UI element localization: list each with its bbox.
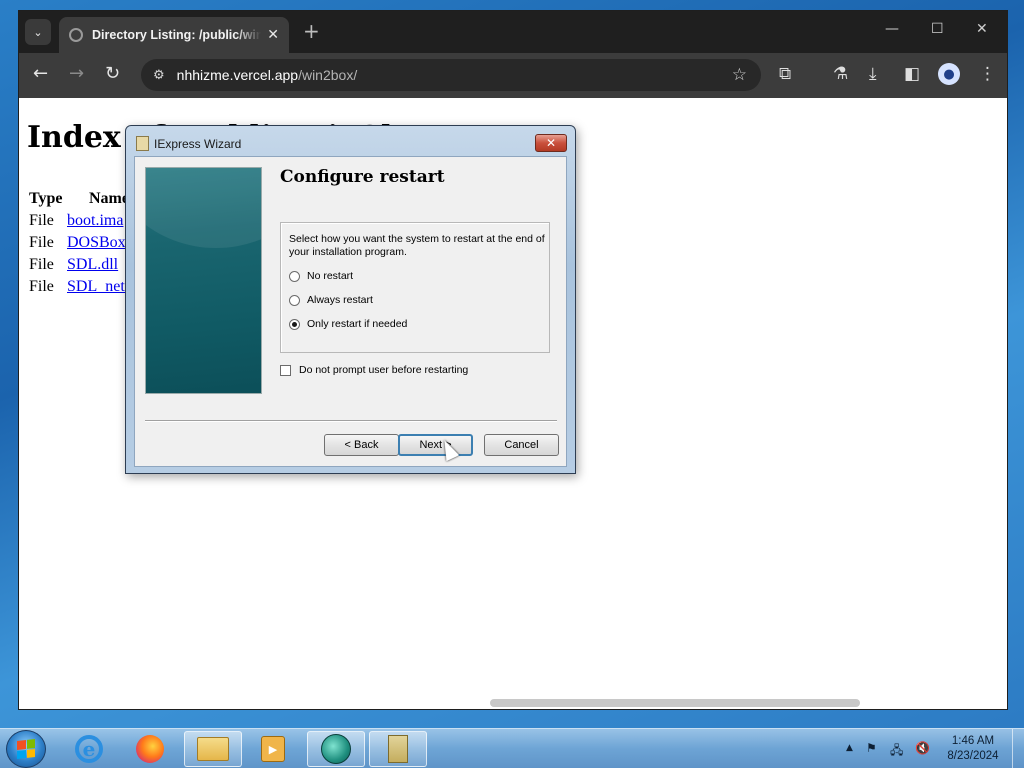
restart-prompt: Select how you want the system to restar… — [289, 233, 545, 258]
globe-icon — [69, 28, 83, 42]
media-player-icon: ▶ — [261, 736, 285, 762]
checkbox-label: Do not prompt user before restarting — [299, 364, 469, 376]
dialog-body: Configure restart Select how you want th… — [134, 156, 567, 467]
minimize-button[interactable]: — — [885, 21, 899, 37]
show-desktop-button[interactable] — [1012, 729, 1024, 768]
tab-close-icon[interactable]: ✕ — [267, 27, 279, 43]
action-center-flag-icon[interactable]: ⚑ — [866, 741, 877, 755]
windows-logo-icon — [17, 739, 35, 759]
column-name: Name — [89, 190, 129, 207]
taskbar-clock[interactable]: 1:46 AM 8/23/2024 — [940, 734, 1006, 764]
radio-label: Always restart — [307, 294, 373, 306]
radio-button[interactable] — [289, 270, 300, 282]
site-info-icon[interactable]: ⚙ — [153, 68, 165, 83]
close-window-button[interactable]: ✕ — [976, 21, 988, 37]
labs-flask-icon[interactable]: ⚗ — [833, 64, 848, 84]
radio-always-restart[interactable]: Always restart — [289, 294, 373, 306]
tab-search-button[interactable]: ⌄ — [25, 19, 51, 45]
radio-label: No restart — [307, 270, 354, 282]
back-arrow-icon[interactable]: ← — [33, 64, 48, 84]
taskbar-internet-explorer[interactable]: e — [60, 731, 118, 767]
url-host: nhhizme.vercel.app — [176, 67, 299, 83]
taskbar-firefox[interactable] — [121, 731, 179, 767]
more-menu-icon[interactable]: ⋮ — [979, 64, 996, 84]
tab-bar: ⌄ Directory Listing: /public/win2box/ ✕ … — [19, 11, 1007, 53]
browser-toolbar: ← → ↻ ⚙ nhhizme.vercel.app/win2box/ ☆ ⧉ … — [19, 53, 1007, 98]
column-type: Type — [29, 190, 63, 207]
bookmark-star-icon[interactable]: ☆ — [732, 65, 747, 85]
dialog-title: IExpress Wizard — [154, 137, 242, 151]
horizontal-scrollbar[interactable] — [490, 699, 860, 707]
wizard-banner-image — [145, 167, 262, 394]
close-icon: ✕ — [545, 136, 557, 150]
file-type: File — [29, 278, 54, 295]
next-button[interactable]: Next > — [398, 434, 473, 456]
internet-explorer-icon: e — [75, 735, 103, 763]
clock-date: 8/23/2024 — [947, 750, 999, 762]
file-link[interactable]: SDL.dll — [67, 256, 118, 274]
network-icon[interactable]: 🖧 — [890, 741, 903, 762]
folder-icon — [197, 737, 229, 761]
clock-time: 1:46 AM — [951, 735, 995, 747]
taskbar-media-player[interactable]: ▶ — [244, 731, 302, 767]
no-prompt-checkbox-row[interactable]: Do not prompt user before restarting — [280, 364, 468, 376]
taskbar-file-explorer[interactable] — [184, 731, 242, 767]
cancel-button[interactable]: Cancel — [484, 434, 559, 456]
taskbar-cabinet[interactable] — [369, 731, 427, 767]
firefox-icon — [136, 735, 164, 763]
radio-no-restart[interactable]: No restart — [289, 270, 353, 282]
radio-button[interactable] — [289, 294, 300, 306]
chevron-down-icon: ⌄ — [33, 25, 43, 39]
dialog-separator — [145, 420, 557, 422]
iexpress-app-icon — [136, 136, 149, 151]
show-hidden-icons-chevron[interactable]: ▲ — [846, 743, 853, 753]
wizard-heading: Configure restart — [280, 167, 445, 187]
url-path: /win2box/ — [298, 67, 358, 83]
start-button[interactable] — [6, 730, 46, 768]
volume-muted-icon[interactable]: 🔇 — [915, 741, 930, 755]
download-icon[interactable]: ⤓ — [869, 64, 877, 84]
address-bar[interactable]: ⚙ nhhizme.vercel.app/win2box/ ☆ — [141, 59, 761, 91]
taskbar-iexpress[interactable] — [307, 731, 365, 767]
back-button[interactable]: < Back — [324, 434, 399, 456]
reload-icon[interactable]: ↻ — [105, 64, 120, 84]
file-type: File — [29, 212, 54, 229]
tab-title: Directory Listing: /public/win2box/ — [92, 28, 262, 42]
cabinet-file-icon — [388, 735, 408, 763]
iexpress-icon — [321, 734, 351, 764]
file-type: File — [29, 256, 54, 273]
maximize-button[interactable]: ☐ — [931, 21, 944, 37]
new-tab-button[interactable]: + — [303, 21, 320, 41]
radio-button-checked[interactable] — [289, 318, 300, 330]
side-panel-icon[interactable]: ◧ — [904, 64, 920, 84]
forward-arrow-icon[interactable]: → — [69, 64, 84, 84]
iexpress-wizard-dialog: IExpress Wizard ✕ Configure restart Sele… — [125, 125, 576, 474]
radio-label: Only restart if needed — [307, 318, 408, 330]
restart-options-group: Select how you want the system to restar… — [280, 222, 550, 353]
radio-only-restart-if-needed[interactable]: Only restart if needed — [289, 318, 407, 330]
taskbar: e ▶ ▲ ⚑ 🖧 🔇 1:46 AM 8/23/2024 — [0, 728, 1024, 768]
profile-avatar-icon[interactable]: ● — [938, 63, 960, 85]
file-link[interactable]: boot.ima — [67, 212, 123, 230]
tab-directory-listing[interactable]: Directory Listing: /public/win2box/ ✕ — [59, 17, 289, 53]
no-prompt-checkbox[interactable] — [280, 364, 291, 376]
dialog-close-button[interactable]: ✕ — [535, 134, 567, 152]
extensions-icon[interactable]: ⧉ — [779, 64, 791, 84]
file-type: File — [29, 234, 54, 251]
